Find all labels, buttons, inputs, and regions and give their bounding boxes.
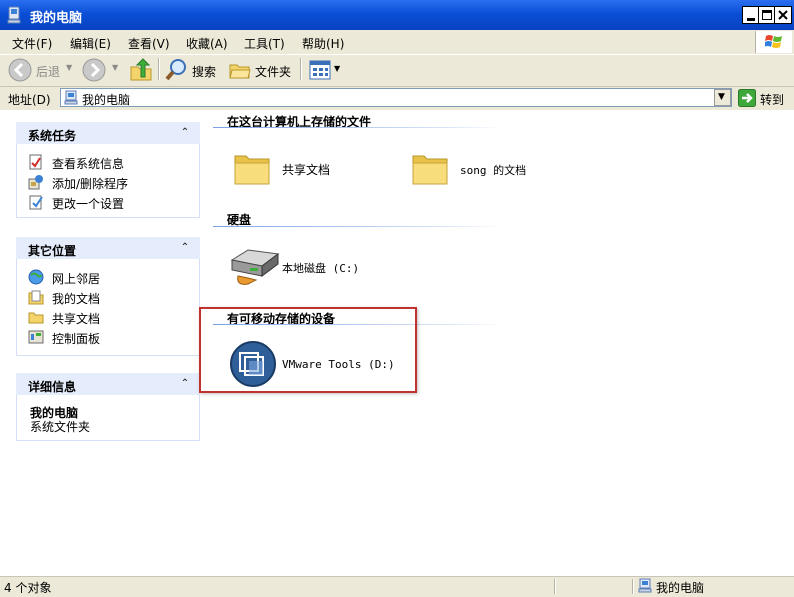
search-button[interactable]: 搜索 [192,63,216,80]
details-header[interactable]: 详细信息 ⌃ [16,373,200,395]
status-separator [554,579,556,594]
menu-favorites[interactable]: 收藏(A) [186,35,228,52]
menu-bar [0,30,794,54]
views-dropdown-icon[interactable]: ▼ [334,64,340,73]
status-separator [632,579,634,594]
my-documents-icon [28,290,44,305]
title-bar[interactable] [0,0,794,30]
other-places-title: 其它位置 [28,244,77,258]
details-title: 详细信息 [28,380,77,394]
task-add-remove-programs[interactable]: 添加/删除程序 [52,175,128,192]
status-object-count: 4 个对象 [4,581,52,595]
menu-tools[interactable]: 工具(T) [244,35,285,52]
system-tasks-title: 系统任务 [28,129,77,143]
views-icon[interactable] [308,58,332,82]
my-computer-icon [638,578,652,593]
address-dropdown-button[interactable]: ▼ [714,89,731,106]
place-control-panel[interactable]: 控制面板 [52,330,100,347]
windows-logo-icon [755,31,792,53]
folder-label-user[interactable]: song 的文档 [460,162,526,178]
address-input[interactable] [60,88,732,107]
collapse-icon[interactable]: ⌃ [178,377,192,391]
menu-file[interactable]: 文件(F) [12,35,52,52]
back-arrow-icon[interactable] [8,58,32,82]
system-info-icon [29,154,42,170]
back-dropdown-icon[interactable]: ▼ [66,63,72,72]
toolbar-separator [300,58,302,80]
go-button[interactable]: 转到 [760,91,784,108]
status-location: 我的电脑 [656,581,705,595]
details-type: 系统文件夹 [30,420,91,434]
go-arrow-icon[interactable] [738,89,756,107]
address-label: 地址(D) [8,93,51,107]
network-places-icon [28,269,44,285]
place-shared-documents[interactable]: 共享文档 [52,310,100,327]
folder-icon [28,312,44,324]
menu-edit[interactable]: 编辑(E) [70,35,111,52]
task-change-setting[interactable]: 更改一个设置 [52,195,124,212]
forward-arrow-icon[interactable] [82,58,106,82]
forward-dropdown-icon[interactable]: ▼ [112,63,118,72]
other-places-header[interactable]: 其它位置 ⌃ [16,237,200,259]
address-value: 我的电脑 [82,93,131,107]
back-button[interactable]: 后退 [36,63,60,80]
menu-view[interactable]: 查看(V) [128,35,170,52]
folders-button[interactable]: 文件夹 [255,63,291,80]
folders-icon[interactable] [228,58,252,82]
collapse-icon[interactable]: ⌃ [178,126,192,140]
add-remove-programs-icon [28,175,43,190]
system-tasks-header[interactable]: 系统任务 ⌃ [16,122,200,144]
shared-folder-icon[interactable] [232,148,272,188]
highlight-box [199,307,417,393]
local-disk-icon[interactable] [228,244,280,288]
close-button[interactable] [774,6,792,24]
toolbar [0,54,794,87]
section-divider [213,127,503,128]
menu-help[interactable]: 帮助(H) [302,35,344,52]
folder-label-shared[interactable]: 共享文档 [282,161,330,178]
user-folder-icon[interactable] [410,148,450,188]
toolbar-separator [158,58,160,80]
drive-label-c[interactable]: 本地磁盘 (C:) [282,260,359,276]
up-folder-icon[interactable] [128,57,154,83]
window-title: 我的电脑 [30,11,83,26]
place-my-documents[interactable]: 我的文档 [52,290,100,307]
my-computer-icon [7,6,21,24]
place-network[interactable]: 网上邻居 [52,270,100,287]
my-computer-icon [64,90,78,105]
collapse-icon[interactable]: ⌃ [178,241,192,255]
search-icon[interactable] [164,57,190,83]
control-panel-icon [28,330,44,344]
section-divider [213,226,503,227]
task-view-system-info[interactable]: 查看系统信息 [52,155,124,172]
change-setting-icon [29,195,43,210]
